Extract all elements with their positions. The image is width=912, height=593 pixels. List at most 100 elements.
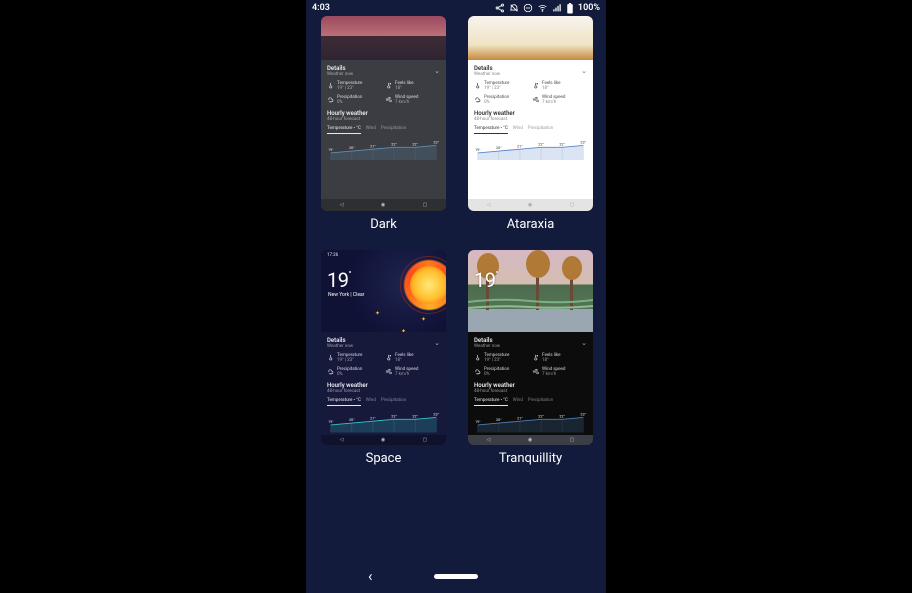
status-bar: 4:03 100% bbox=[306, 0, 606, 16]
detail-wind: Wind speed7 km/h bbox=[532, 95, 587, 105]
svg-text:22°: 22° bbox=[559, 415, 565, 419]
svg-text:22°: 22° bbox=[412, 142, 418, 146]
current-temp: 19° bbox=[327, 268, 351, 292]
tab-2[interactable]: Precipitation bbox=[381, 398, 406, 406]
detail-wind: Wind speed7 km/h bbox=[385, 367, 440, 377]
precip-icon bbox=[474, 368, 481, 375]
theme-label-space: Space bbox=[366, 451, 402, 466]
wind-icon bbox=[532, 96, 539, 103]
therm2-icon bbox=[385, 354, 392, 361]
svg-text:19°: 19° bbox=[475, 148, 481, 152]
hourly-tabs[interactable]: Temperature • °C Wind Precipitation bbox=[474, 398, 587, 406]
theme-card-space[interactable]: 17:26 19° New York | Clear ✦ ✦ ✦ bbox=[321, 250, 446, 445]
details-sub: Weather now bbox=[474, 72, 587, 77]
svg-text:22°: 22° bbox=[559, 142, 565, 146]
mini-navbar: ◁◉▢ bbox=[468, 199, 593, 211]
tab-2[interactable]: Precipitation bbox=[528, 126, 553, 134]
phone-frame: 4:03 100% ⌄ Details Weather now Temperat… bbox=[306, 0, 606, 593]
detail-therm: Temperature19° | 23° bbox=[474, 81, 529, 91]
therm-icon bbox=[474, 354, 481, 361]
svg-text:20°: 20° bbox=[496, 146, 502, 150]
svg-text:22°: 22° bbox=[391, 415, 397, 419]
detail-wind: Wind speed7 km/h bbox=[532, 367, 587, 377]
theme-card-dark[interactable]: ⌄ Details Weather now Temperature19° | 2… bbox=[321, 16, 446, 211]
tab-1[interactable]: Wind bbox=[513, 398, 523, 406]
detail-precip: Precipitation0% bbox=[327, 95, 382, 105]
theme-hero-tranquillity: 19° bbox=[468, 250, 593, 332]
theme-card-tranquillity[interactable]: 19° ⌄ Details Weather now Temperature19°… bbox=[468, 250, 593, 445]
theme-hero-space: 17:26 19° New York | Clear ✦ ✦ ✦ bbox=[321, 250, 446, 332]
detail-therm2: Feels like18° bbox=[532, 353, 587, 363]
current-temp: 19° bbox=[474, 268, 498, 292]
details-heading: Details bbox=[327, 65, 440, 72]
svg-text:21°: 21° bbox=[370, 144, 376, 148]
hourly-tabs[interactable]: Temperature • °C Wind Precipitation bbox=[327, 126, 440, 134]
hourly-heading: Hourly weather bbox=[327, 110, 440, 117]
location-line: New York | Clear bbox=[328, 292, 364, 298]
therm-icon bbox=[474, 82, 481, 89]
svg-text:20°: 20° bbox=[349, 146, 355, 150]
detail-precip: Precipitation0% bbox=[474, 367, 529, 377]
detail-therm2: Feels like18° bbox=[385, 81, 440, 91]
detail-wind: Wind speed7 km/h bbox=[385, 95, 440, 105]
theme-grid: ⌄ Details Weather now Temperature19° | 2… bbox=[306, 16, 606, 474]
details-grid: Temperature19° | 23°Feels like18°Precipi… bbox=[474, 353, 587, 377]
details-panel: ⌄ Details Weather now Temperature19° | 2… bbox=[321, 332, 446, 434]
detail-therm2: Feels like18° bbox=[532, 81, 587, 91]
back-icon[interactable]: ‹ bbox=[368, 567, 373, 585]
wifi-icon bbox=[537, 3, 548, 13]
gesture-pill[interactable] bbox=[434, 574, 478, 579]
mini-navbar: ◁◉▢ bbox=[468, 435, 593, 445]
details-sub: Weather now bbox=[327, 344, 440, 349]
svg-text:21°: 21° bbox=[517, 144, 523, 148]
theme-cell-ataraxia: ⌄ Details Weather now Temperature19° | 2… bbox=[468, 16, 593, 232]
theme-hero-dark bbox=[321, 16, 446, 60]
hourly-tabs[interactable]: Temperature • °C Wind Precipitation bbox=[327, 398, 440, 406]
details-sub: Weather now bbox=[327, 72, 440, 77]
wind-icon bbox=[532, 368, 539, 375]
hourly-sub: 48-hour forecast bbox=[327, 117, 440, 122]
details-heading: Details bbox=[474, 65, 587, 72]
alarm-off-icon bbox=[509, 3, 519, 13]
tab-2[interactable]: Precipitation bbox=[381, 126, 406, 134]
battery-pct: 100% bbox=[578, 3, 600, 13]
tab-0[interactable]: Temperature • °C bbox=[327, 126, 361, 134]
detail-precip: Precipitation0% bbox=[327, 367, 382, 377]
theme-label-ataraxia: Ataraxia bbox=[507, 217, 555, 232]
theme-label-dark: Dark bbox=[370, 217, 397, 232]
details-grid: Temperature19° | 23°Feels like18°Precipi… bbox=[327, 353, 440, 377]
tab-0[interactable]: Temperature • °C bbox=[327, 398, 361, 406]
theme-hero-ataraxia bbox=[468, 16, 593, 60]
hourly-chart: 19°20°21°22°22°23° bbox=[327, 136, 440, 162]
mini-navbar: ◁◉▢ bbox=[321, 199, 446, 211]
hourly-sub: 48-hour forecast bbox=[474, 389, 587, 394]
signal-icon bbox=[552, 3, 562, 13]
tab-0[interactable]: Temperature • °C bbox=[474, 398, 508, 406]
svg-text:23°: 23° bbox=[433, 413, 439, 417]
hourly-tabs[interactable]: Temperature • °C Wind Precipitation bbox=[474, 126, 587, 134]
wind-icon bbox=[385, 96, 392, 103]
tab-1[interactable]: Wind bbox=[513, 126, 523, 134]
svg-text:21°: 21° bbox=[370, 416, 376, 420]
theme-cell-space: 17:26 19° New York | Clear ✦ ✦ ✦ bbox=[321, 250, 446, 466]
therm2-icon bbox=[532, 82, 539, 89]
mini-time: 17:26 bbox=[327, 253, 338, 258]
mini-navbar: ◁◉▢ bbox=[321, 435, 446, 445]
svg-text:21°: 21° bbox=[517, 416, 523, 420]
precip-icon bbox=[474, 96, 481, 103]
detail-therm: Temperature19° | 23° bbox=[327, 353, 382, 363]
svg-text:19°: 19° bbox=[475, 420, 481, 424]
tab-0[interactable]: Temperature • °C bbox=[474, 126, 508, 134]
svg-text:22°: 22° bbox=[538, 415, 544, 419]
details-panel: ⌄ Details Weather now Temperature19° | 2… bbox=[468, 60, 593, 199]
tab-2[interactable]: Precipitation bbox=[528, 398, 553, 406]
details-grid: Temperature19° | 23°Feels like18°Precipi… bbox=[327, 81, 440, 105]
dnd-icon bbox=[523, 3, 533, 13]
tab-1[interactable]: Wind bbox=[366, 126, 376, 134]
detail-therm2: Feels like18° bbox=[385, 353, 440, 363]
svg-text:19°: 19° bbox=[328, 148, 334, 152]
theme-card-ataraxia[interactable]: ⌄ Details Weather now Temperature19° | 2… bbox=[468, 16, 593, 211]
svg-text:23°: 23° bbox=[433, 141, 439, 145]
therm2-icon bbox=[385, 82, 392, 89]
tab-1[interactable]: Wind bbox=[366, 398, 376, 406]
